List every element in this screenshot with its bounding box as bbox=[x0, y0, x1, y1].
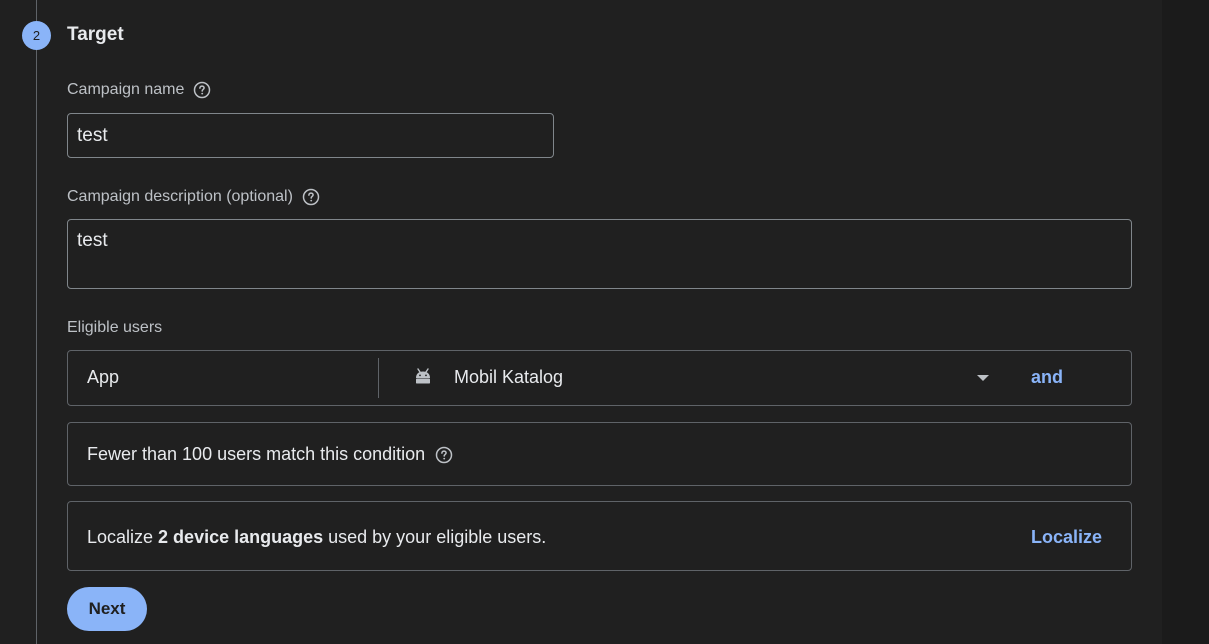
match-text-row: Fewer than 100 users match this conditio… bbox=[87, 444, 453, 465]
localize-text: Localize 2 device languages used by your… bbox=[87, 527, 546, 548]
help-icon[interactable] bbox=[302, 188, 320, 206]
campaign-name-input[interactable]: test bbox=[67, 113, 554, 158]
help-icon[interactable] bbox=[435, 446, 453, 464]
campaign-target-page: 2 Target Campaign name test Campaign des… bbox=[0, 0, 1209, 644]
localize-info: Localize 2 device languages used by your… bbox=[67, 501, 1132, 571]
match-text: Fewer than 100 users match this conditio… bbox=[87, 444, 426, 464]
step-number-badge: 2 bbox=[22, 21, 51, 50]
campaign-name-label: Campaign name bbox=[67, 81, 185, 98]
right-gutter bbox=[1162, 0, 1209, 644]
campaign-description-label-row: Campaign description (optional) bbox=[67, 188, 320, 206]
localize-prefix: Localize bbox=[87, 527, 159, 547]
localize-language-count: 2 device languages bbox=[158, 527, 324, 547]
localize-suffix: used by your eligible users. bbox=[323, 527, 547, 547]
condition-type-select[interactable]: App bbox=[87, 367, 119, 388]
eligible-users-label: Eligible users bbox=[67, 319, 163, 336]
stepper-line bbox=[36, 0, 37, 644]
localize-button[interactable]: Localize bbox=[1031, 527, 1102, 548]
step-title: Target bbox=[67, 24, 124, 45]
user-match-info: Fewer than 100 users match this conditio… bbox=[67, 422, 1132, 486]
campaign-name-label-row: Campaign name bbox=[67, 81, 211, 99]
chevron-down-icon[interactable] bbox=[977, 375, 989, 381]
help-icon[interactable] bbox=[193, 81, 211, 99]
android-icon bbox=[414, 368, 432, 389]
eligible-users-label-row: Eligible users bbox=[67, 319, 162, 337]
eligible-users-condition: App Mobil Katalog and bbox=[67, 350, 1132, 406]
campaign-description-label: Campaign description (optional) bbox=[67, 188, 293, 205]
next-button[interactable]: Next bbox=[67, 587, 147, 631]
condition-divider bbox=[378, 358, 379, 398]
and-button[interactable]: and bbox=[1031, 367, 1063, 388]
app-select[interactable]: Mobil Katalog bbox=[454, 367, 563, 388]
campaign-description-textarea[interactable]: test bbox=[67, 219, 1132, 289]
